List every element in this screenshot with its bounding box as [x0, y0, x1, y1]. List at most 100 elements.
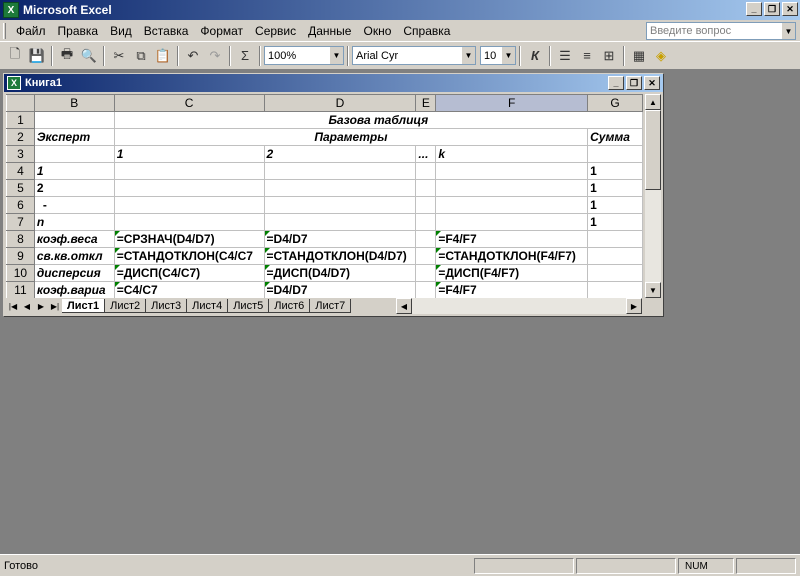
cell-e4[interactable] [415, 162, 437, 180]
scroll-up-icon[interactable]: ▲ [645, 94, 661, 110]
menu-help[interactable]: Справка [397, 24, 456, 38]
cell-c10[interactable]: =ДИСП(C4/C7) [113, 264, 265, 282]
sheet-tab-1[interactable]: Лист1 [62, 299, 106, 313]
wb-restore-button[interactable]: ❐ [626, 76, 642, 90]
cut-icon[interactable]: ✂ [108, 45, 130, 67]
cell-d7[interactable] [263, 213, 417, 231]
cell-c3[interactable]: 1 [113, 145, 265, 163]
save-icon[interactable]: 💾 [26, 45, 48, 67]
wb-minimize-button[interactable]: _ [608, 76, 624, 90]
merge-icon[interactable]: ⊞ [598, 45, 620, 67]
cell-g6[interactable]: 1 [587, 196, 643, 214]
cell-c4[interactable] [113, 162, 265, 180]
copy-icon[interactable]: ⧉ [130, 45, 152, 67]
cell-f9[interactable]: =СТАНДОТКЛОН(F4/F7) [435, 247, 589, 265]
cell-b4[interactable]: 1 [33, 162, 115, 180]
row-header[interactable]: 5 [6, 179, 35, 197]
col-header-b[interactable]: B [33, 94, 115, 112]
cell-b9[interactable]: св.кв.откл [33, 247, 115, 265]
sheet-tab-5[interactable]: Лист5 [228, 299, 270, 313]
menu-view[interactable]: Вид [104, 24, 138, 38]
cell-f11[interactable]: =F4/F7 [435, 281, 589, 298]
cell-d8[interactable]: =D4/D7 [263, 230, 417, 248]
row-header[interactable]: 10 [6, 264, 35, 282]
cell-g7[interactable]: 1 [587, 213, 643, 231]
col-header-g[interactable]: G [587, 94, 643, 112]
row-header[interactable]: 9 [6, 247, 35, 265]
cell-f8[interactable]: =F4/F7 [435, 230, 589, 248]
menu-file[interactable]: Файл [10, 24, 52, 38]
cell-d5[interactable] [263, 179, 417, 197]
workbook-icon[interactable]: X [7, 76, 21, 90]
cell-c5[interactable] [113, 179, 265, 197]
next-sheet-icon[interactable]: ▶ [34, 299, 48, 313]
cell-c1-merged[interactable]: Базова таблиця [113, 111, 643, 129]
vertical-scrollbar[interactable]: ▲ ▼ [644, 94, 661, 298]
sheet-tab-4[interactable]: Лист4 [187, 299, 229, 313]
chevron-down-icon[interactable]: ▼ [782, 23, 795, 39]
bold-k-icon[interactable]: К [524, 45, 546, 67]
cell-c9[interactable]: =СТАНДОТКЛОН(C4/C7 [113, 247, 265, 265]
sheet-tab-2[interactable]: Лист2 [105, 299, 147, 313]
cell-e11[interactable] [415, 281, 437, 298]
cell-f7[interactable] [435, 213, 589, 231]
font-select[interactable]: Arial Cyr ▼ [352, 46, 476, 65]
prev-sheet-icon[interactable]: ◀ [20, 299, 34, 313]
scroll-down-icon[interactable]: ▼ [645, 282, 661, 298]
cell-g2[interactable]: Сумма [587, 128, 643, 146]
cell-f5[interactable] [435, 179, 589, 197]
cell-b2[interactable]: Эксперт [33, 128, 115, 146]
cell-g5[interactable]: 1 [587, 179, 643, 197]
cell-b7[interactable]: n [33, 213, 115, 231]
restore-button[interactable]: ❐ [764, 2, 780, 16]
cell-e7[interactable] [415, 213, 437, 231]
cell-e9[interactable] [415, 247, 437, 265]
borders-icon[interactable]: ▦ [628, 45, 650, 67]
menu-tools[interactable]: Сервис [249, 24, 302, 38]
cell-d4[interactable] [263, 162, 417, 180]
cell-g3[interactable] [587, 145, 643, 163]
cell-c11[interactable]: =C4/C7 [113, 281, 265, 298]
row-header[interactable]: 3 [6, 145, 35, 163]
cell-f10[interactable]: =ДИСП(F4/F7) [435, 264, 589, 282]
sheet-tab-6[interactable]: Лист6 [269, 299, 311, 313]
cell-c8[interactable]: =СРЗНАЧ(D4/D7) [113, 230, 265, 248]
row-header[interactable]: 1 [6, 111, 35, 129]
cell-d11[interactable]: =D4/D7 [263, 281, 417, 298]
sheet-tab-3[interactable]: Лист3 [146, 299, 188, 313]
autosum-icon[interactable]: Σ [234, 45, 256, 67]
row-header[interactable]: 4 [6, 162, 35, 180]
minimize-button[interactable]: _ [746, 2, 762, 16]
new-icon[interactable]: 🗋 [4, 45, 26, 67]
cell-e10[interactable] [415, 264, 437, 282]
cell-b3[interactable] [33, 145, 115, 163]
align-left-icon[interactable]: ☰ [554, 45, 576, 67]
cell-b1[interactable] [33, 111, 115, 129]
cell-f4[interactable] [435, 162, 589, 180]
font-size-select[interactable]: 10 ▼ [480, 46, 516, 65]
spreadsheet-grid[interactable]: B C D E F G 1 Базова таблиця 2 Эксперт П… [6, 94, 643, 298]
last-sheet-icon[interactable]: ▶| [48, 299, 62, 313]
cell-f6[interactable] [435, 196, 589, 214]
col-header-c[interactable]: C [113, 94, 265, 112]
cell-e3[interactable]: ... [415, 145, 437, 163]
scroll-left-icon[interactable]: ◀ [396, 298, 412, 314]
cell-c2-merged[interactable]: Параметры [113, 128, 589, 146]
row-header[interactable]: 6 [6, 196, 35, 214]
cell-c7[interactable] [113, 213, 265, 231]
row-header[interactable]: 7 [6, 213, 35, 231]
scroll-thumb[interactable] [645, 110, 661, 190]
cell-g4[interactable]: 1 [587, 162, 643, 180]
align-center-icon[interactable]: ≡ [576, 45, 598, 67]
menu-edit[interactable]: Правка [52, 24, 105, 38]
scroll-right-icon[interactable]: ▶ [626, 298, 642, 314]
cell-b11[interactable]: коэф.вариа [33, 281, 115, 298]
menu-insert[interactable]: Вставка [138, 24, 195, 38]
chevron-down-icon[interactable]: ▼ [330, 47, 343, 64]
preview-icon[interactable]: 🔍 [78, 45, 100, 67]
menu-window[interactable]: Окно [357, 24, 397, 38]
horizontal-scrollbar[interactable]: ◀ ▶ [396, 298, 642, 314]
cell-e5[interactable] [415, 179, 437, 197]
cell-f3[interactable]: k [435, 145, 589, 163]
zoom-select[interactable]: 100% ▼ [264, 46, 344, 65]
